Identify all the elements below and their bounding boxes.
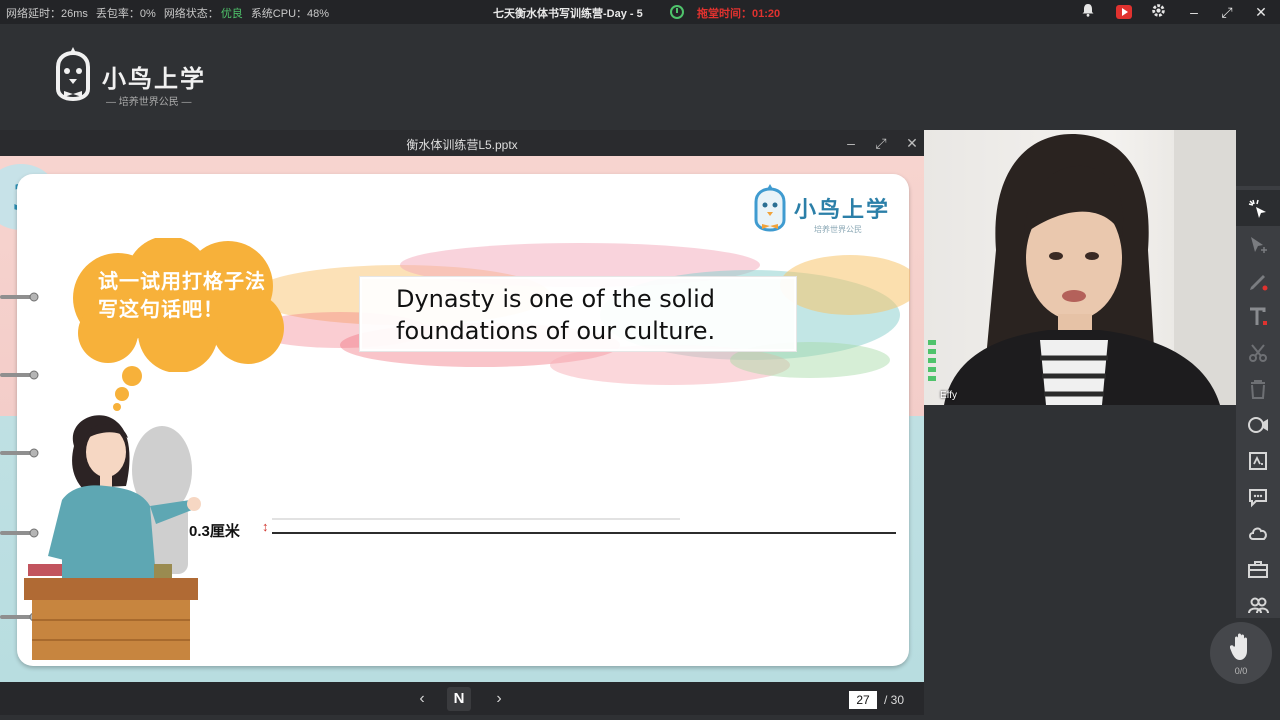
file-name: 衡水体训练营L5.pptx [406,138,518,152]
binder-ring-icon [0,292,39,302]
slide-close-icon[interactable]: ✕ [903,134,921,152]
teacher-video-feed [944,130,1236,405]
page-total: / 30 [884,693,905,707]
slide-fullscreen-icon[interactable]: ⤢ [872,134,890,152]
video-toggle-tool[interactable] [1236,406,1280,442]
bird-mascot-icon [56,47,90,102]
slide-pager: ‹ N › 27 / 30 [0,682,924,715]
overtime-timer: 拖堂时间：01:20 [697,5,780,21]
cursor-icon [1251,237,1267,253]
select-tool[interactable] [1236,226,1280,262]
brand-name: 小鸟上学 [102,66,206,93]
users-icon [1248,597,1269,614]
brand-tagline: — 培养世界公民 — [106,97,192,108]
cloud-drive-tool[interactable] [1236,514,1280,550]
slide-minimize-icon[interactable]: – [842,134,860,152]
chat-icon [1249,489,1267,508]
whiteboard-toolbar [1236,186,1280,618]
timer-value: 01:20 [752,8,781,20]
close-icon[interactable]: ✕ [1252,3,1270,21]
sentence-box: Dynasty is one of the solid foundations … [360,277,796,351]
audio-level-icon [928,340,936,381]
classroom-app: 网络延时：26ms 丢包率：0% 网络状态： 优良 系统CPU：48% 七天衡水体书写训… [0,0,1280,720]
timer-label: 拖堂时间： [697,8,752,20]
network-label: 网络状态： [163,8,219,20]
slide-titlebar: 衡水体训练营L5.pptx – ⤢ ✕ [0,130,924,156]
text-tool[interactable] [1236,298,1280,334]
network-status-value: 优良 [220,8,243,20]
camera-icon [1248,417,1268,433]
raise-hand-count: 0/0 [1234,666,1248,676]
network-stats: 网络延时：26ms 丢包率：0% 网络状态： 优良 系统CPU：48% [6,5,337,21]
delete-tool[interactable] [1236,370,1280,406]
prev-page-button[interactable]: ‹ [412,689,432,709]
laser-pointer-tool[interactable] [1236,190,1280,226]
session-title: 七天衡水体书写训练营-Day - 5 [493,8,643,20]
brand-logo: 小鸟上学 — 培养世界公民 — [50,45,220,109]
ruler-label: 0.3厘米 [189,523,240,540]
scissors-tool[interactable] [1236,334,1280,370]
participant-name: Effy [940,390,958,401]
prompt-text: 试一试用打格子法写这句话吧！ [98,271,266,321]
double-arrow-icon: ↕ [262,519,269,534]
latency-text: 网络延时：26ms [6,8,88,20]
pen-tool[interactable] [1236,262,1280,298]
pen-icon [1250,275,1268,291]
toolbox-icon [1248,561,1268,578]
maximize-icon[interactable]: ⤢ [1218,3,1236,21]
chat-tool[interactable] [1236,478,1280,514]
minimize-icon[interactable]: – [1185,3,1203,21]
raise-hand-button[interactable]: 0/0 [1210,622,1272,684]
guide-line-base [272,532,896,534]
binder-ring-icon [0,370,39,380]
page-nav-icon[interactable]: N [447,687,471,711]
gear-icon[interactable] [1149,3,1167,21]
next-page-button[interactable]: › [489,689,509,709]
packet-loss-text: 丢包率：0% [95,8,156,20]
bell-icon[interactable] [1079,3,1097,21]
text-icon [1250,307,1267,325]
clock-icon [670,5,684,19]
students-tool[interactable] [1236,586,1280,622]
practice-sentence: Dynasty is one of the solid foundations … [396,285,716,345]
trash-icon [1251,380,1265,399]
cloud-icon [1249,527,1267,540]
raise-hand-icon [1230,633,1247,660]
answer-sheet-icon [1249,452,1267,470]
record-icon[interactable] [1116,5,1132,19]
guide-line-upper [272,518,680,520]
answer-sheet-tool[interactable] [1236,442,1280,478]
teacher-illustration [24,415,201,660]
cpu-text: 系统CPU：48% [250,8,330,20]
status-bar: 网络延时：26ms 丢包率：0% 网络状态： 优良 系统CPU：48% 七天衡水体书写训… [0,0,1280,24]
page-number-input[interactable]: 27 [849,691,877,709]
laser-pointer-icon [1248,199,1266,218]
slide-logo-name: 小鸟上学 [794,197,891,222]
scissors-icon [1249,344,1267,362]
toolbox-tool[interactable] [1236,550,1280,586]
teacher-video [924,130,1236,405]
